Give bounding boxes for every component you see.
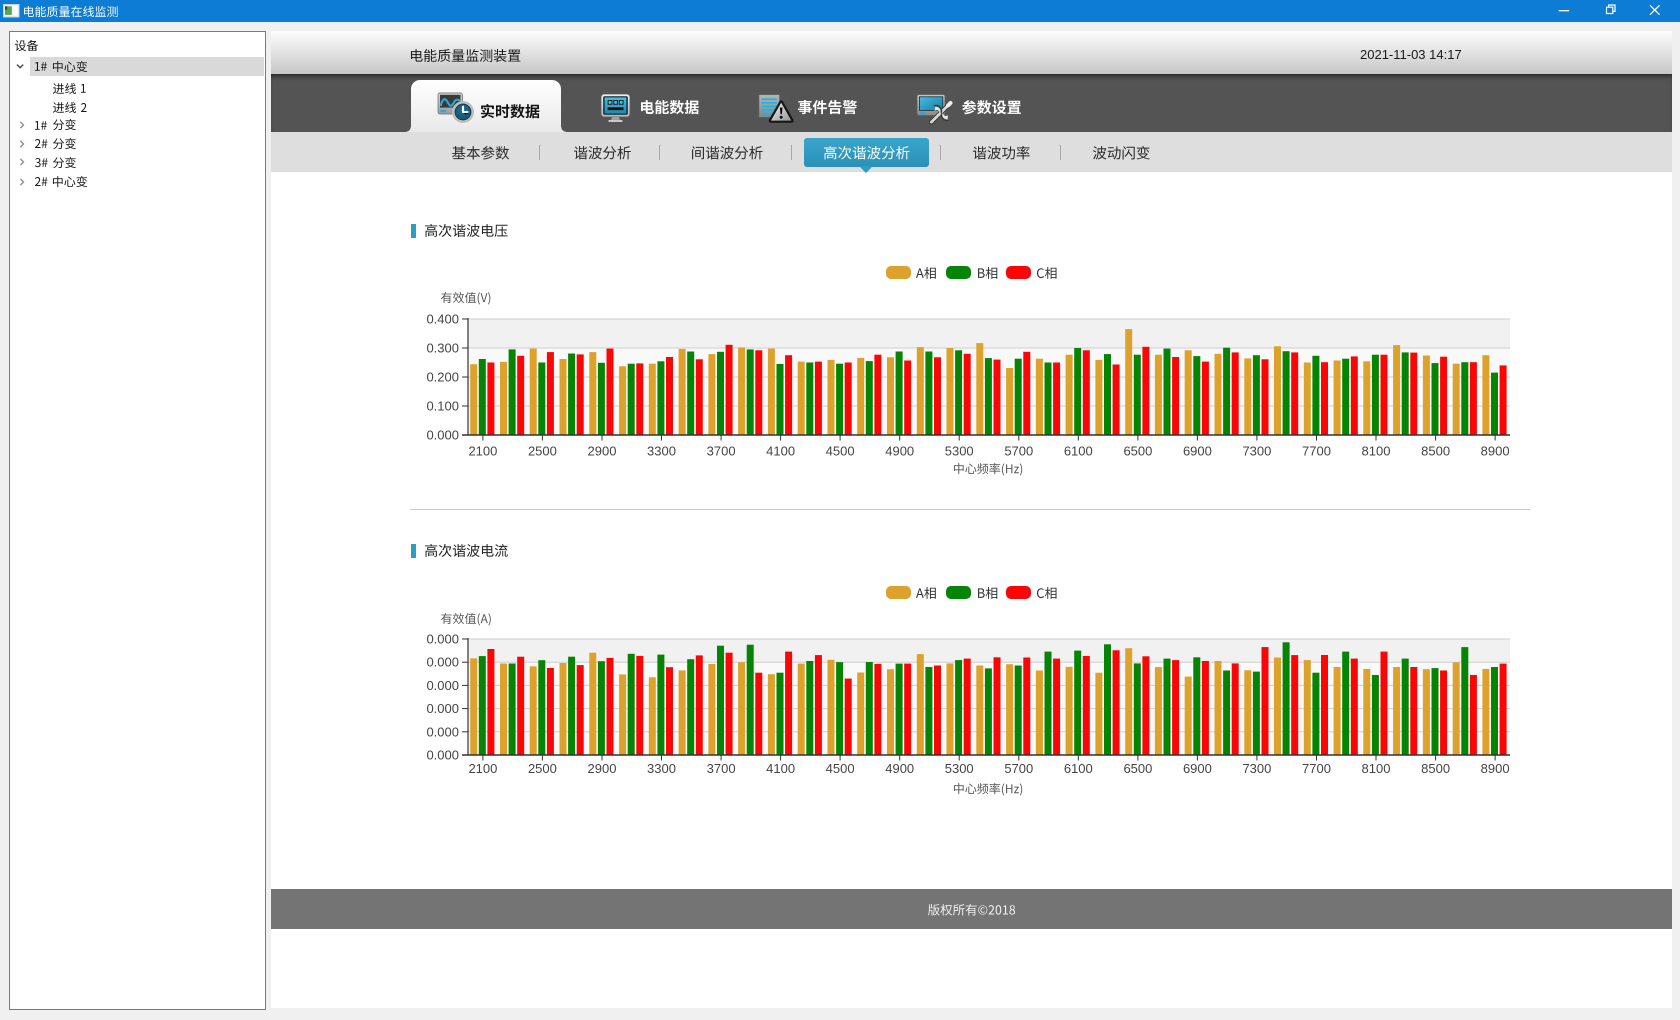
svg-text:6900: 6900 (1183, 761, 1212, 776)
svg-text:7700: 7700 (1302, 444, 1331, 459)
svg-text:0.000: 0.000 (426, 428, 459, 443)
svg-text:2500: 2500 (528, 444, 557, 459)
svg-text:4500: 4500 (826, 444, 855, 459)
svg-text:7300: 7300 (1242, 444, 1271, 459)
svg-text:5300: 5300 (945, 444, 974, 459)
svg-text:5700: 5700 (1004, 761, 1033, 776)
svg-text:7300: 7300 (1242, 761, 1271, 776)
svg-text:8100: 8100 (1362, 444, 1391, 459)
svg-text:6100: 6100 (1064, 761, 1093, 776)
svg-text:0.200: 0.200 (426, 370, 459, 385)
svg-text:5300: 5300 (945, 761, 974, 776)
svg-text:2500: 2500 (528, 761, 557, 776)
svg-text:4900: 4900 (885, 444, 914, 459)
svg-text:0.000: 0.000 (426, 655, 459, 670)
svg-text:2100: 2100 (468, 761, 497, 776)
svg-text:0.300: 0.300 (426, 341, 459, 356)
svg-text:0.000: 0.000 (426, 701, 459, 716)
svg-text:6900: 6900 (1183, 444, 1212, 459)
svg-text:2900: 2900 (588, 761, 617, 776)
svg-text:8500: 8500 (1421, 444, 1450, 459)
svg-text:0.100: 0.100 (426, 399, 459, 414)
svg-text:2100: 2100 (468, 444, 497, 459)
svg-text:3700: 3700 (707, 444, 736, 459)
svg-text:0.000: 0.000 (426, 678, 459, 693)
svg-text:6100: 6100 (1064, 444, 1093, 459)
svg-text:3700: 3700 (707, 761, 736, 776)
svg-text:3300: 3300 (647, 761, 676, 776)
svg-text:7700: 7700 (1302, 761, 1331, 776)
svg-text:8100: 8100 (1362, 761, 1391, 776)
svg-text:5700: 5700 (1004, 444, 1033, 459)
svg-text:8900: 8900 (1481, 444, 1510, 459)
svg-text:4900: 4900 (885, 761, 914, 776)
svg-text:0.000: 0.000 (426, 748, 459, 763)
svg-text:4500: 4500 (826, 761, 855, 776)
svg-text:0.400: 0.400 (426, 312, 459, 327)
svg-text:2900: 2900 (588, 444, 617, 459)
svg-text:3300: 3300 (647, 444, 676, 459)
svg-text:8500: 8500 (1421, 761, 1450, 776)
svg-text:0.000: 0.000 (426, 724, 459, 739)
svg-text:6500: 6500 (1123, 444, 1152, 459)
svg-text:6500: 6500 (1123, 761, 1152, 776)
svg-text:0.000: 0.000 (426, 632, 459, 647)
svg-text:4100: 4100 (766, 444, 795, 459)
svg-text:8900: 8900 (1481, 761, 1510, 776)
svg-text:4100: 4100 (766, 761, 795, 776)
